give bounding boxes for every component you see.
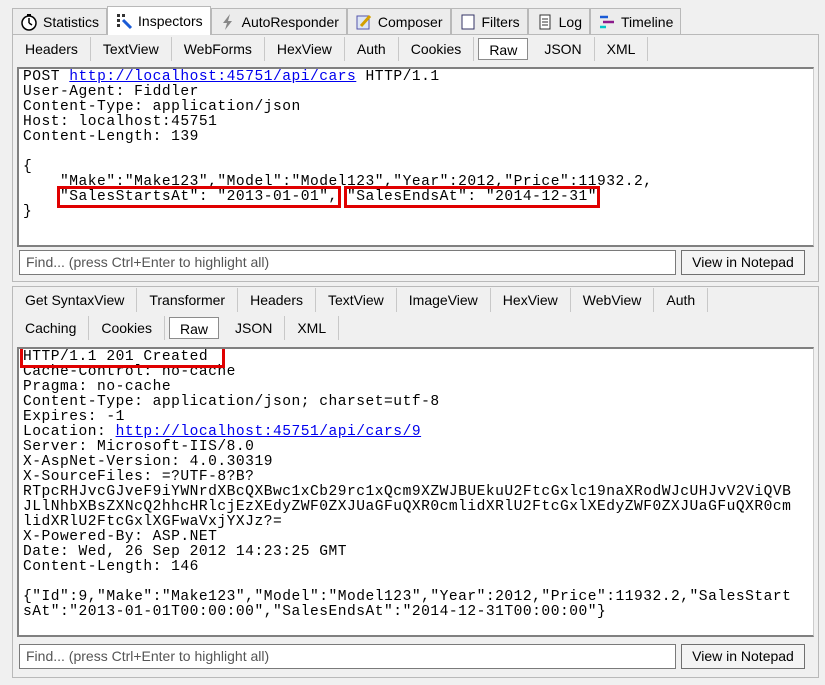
tab-auth[interactable]: Auth (654, 288, 709, 312)
tab-filters[interactable]: Filters (450, 8, 528, 34)
tab-cookies[interactable]: Cookies (89, 316, 165, 340)
log-icon (536, 13, 554, 31)
highlight-sales-starts: "SalesStartsAt": "2013-01-01", (57, 186, 341, 208)
request-panel: Headers TextView WebForms HexView Auth Cookie… (12, 34, 819, 282)
tab-composer[interactable]: Composer (346, 8, 451, 34)
request-method: POST (23, 69, 70, 85)
response-tabs-row1: Get SyntaxView Transformer Headers TextView… (13, 287, 818, 313)
highlight-status-line: HTTP/1.1 201 Created (19, 349, 226, 368)
request-find-input[interactable]: Find... (press Ctrl+Enter to highlight a… (19, 250, 676, 275)
tab-auth[interactable]: Auth (345, 37, 399, 61)
request-view-in-notepad-button[interactable]: View in Notepad (681, 250, 805, 275)
tab-json[interactable]: JSON (223, 316, 286, 340)
request-headers: User-Agent: Fiddler Content-Type: applic… (23, 84, 301, 175)
tab-autoresponder[interactable]: AutoResponder (210, 8, 347, 34)
request-raw-text[interactable]: POST http://localhost:45751/api/cars HTT… (17, 67, 814, 247)
tab-imageview[interactable]: ImageView (397, 288, 491, 312)
tab-xml[interactable]: XML (595, 37, 649, 61)
tab-get-syntaxview[interactable]: Get SyntaxView (13, 288, 138, 312)
tab-xml[interactable]: XML (285, 316, 340, 340)
request-body-end: } (23, 204, 33, 220)
tab-inspectors[interactable]: Inspectors (107, 6, 211, 35)
tab-label: Statistics (43, 13, 100, 30)
tab-hexview[interactable]: HexView (265, 37, 345, 61)
main-tabs: Statistics Inspectors AutoResponder Compose… (12, 6, 682, 35)
response-headers-body: Server: Microsoft-IIS/8.0 X-AspNet-Versi… (23, 439, 792, 620)
response-find-input[interactable]: Find... (press Ctrl+Enter to highlight a… (19, 644, 676, 669)
composer-icon (355, 13, 373, 31)
request-find-bar: Find... (press Ctrl+Enter to highlight a… (19, 250, 805, 275)
tab-label: Inspectors (138, 13, 203, 29)
tab-json[interactable]: JSON (532, 37, 595, 61)
tab-label: Composer (377, 13, 443, 30)
request-url-link[interactable]: http://localhost:45751/api/cars (69, 69, 356, 85)
lightning-icon (219, 13, 237, 31)
stopwatch-icon (20, 13, 38, 31)
highlight-sales-ends: "SalesEndsAt": "2014-12-31" (344, 186, 600, 208)
tab-webview[interactable]: WebView (571, 288, 655, 312)
tab-headers[interactable]: Headers (238, 288, 316, 312)
tab-raw[interactable]: Raw (478, 38, 529, 60)
response-raw-text[interactable]: HTTP/1.1 201 Created Cache-Control: no-c… (17, 347, 814, 637)
tab-label: AutoResponder (241, 13, 339, 30)
tab-cookies[interactable]: Cookies (399, 37, 475, 61)
response-tabs-row2: Caching Cookies Raw JSON XML (13, 315, 818, 341)
timeline-icon (598, 13, 616, 31)
tab-webforms[interactable]: WebForms (172, 37, 265, 61)
tab-raw[interactable]: Raw (168, 317, 219, 339)
filters-icon (459, 13, 477, 31)
tab-transformer[interactable]: Transformer (137, 288, 239, 312)
tab-caching[interactable]: Caching (13, 316, 90, 340)
request-body-line: "Make":"Make123","Model":"Model123","Yea… (23, 174, 653, 190)
request-tabs: Headers TextView WebForms HexView Auth Cookie… (13, 36, 818, 62)
tab-textview[interactable]: TextView (91, 37, 172, 61)
tab-hexview[interactable]: HexView (491, 288, 571, 312)
tab-headers[interactable]: Headers (13, 37, 91, 61)
location-link[interactable]: http://localhost:45751/api/cars/9 (116, 424, 422, 440)
request-protocol: HTTP/1.1 (356, 69, 440, 85)
inspectors-icon (115, 12, 133, 30)
tab-statistics[interactable]: Statistics (12, 8, 108, 34)
tab-textview[interactable]: TextView (316, 288, 397, 312)
tab-label: Timeline (620, 13, 674, 30)
tab-log[interactable]: Log (527, 8, 590, 34)
tab-label: Filters (481, 13, 520, 30)
response-panel: Get SyntaxView Transformer Headers TextView… (12, 286, 819, 678)
tab-label: Log (558, 13, 582, 30)
response-find-bar: Find... (press Ctrl+Enter to highlight a… (19, 644, 805, 669)
tab-timeline[interactable]: Timeline (589, 8, 682, 34)
response-view-in-notepad-button[interactable]: View in Notepad (681, 644, 805, 669)
